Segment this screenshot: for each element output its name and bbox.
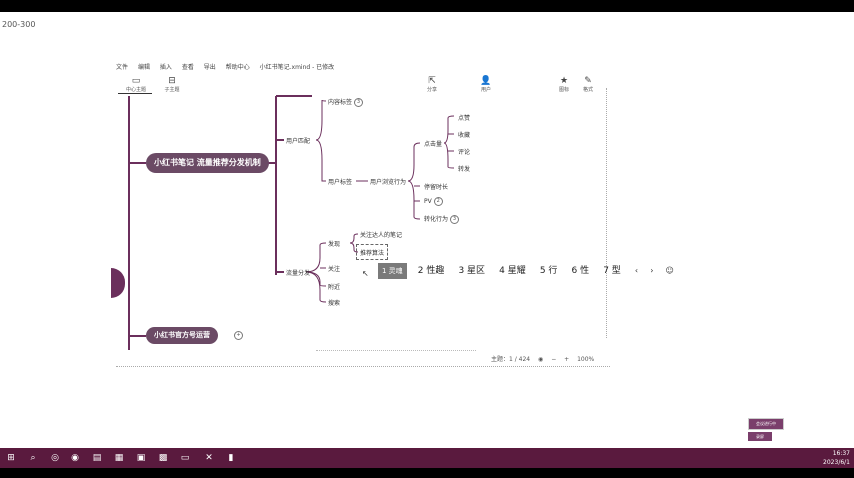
node-pv[interactable]: PV 2	[424, 197, 443, 206]
search-icon[interactable]: ⌕	[26, 451, 40, 465]
ime-candidate-6[interactable]: 6 性	[572, 263, 590, 279]
node-like[interactable]: 点赞	[458, 113, 470, 122]
browser-icon[interactable]: ◎	[48, 451, 62, 465]
node-user-behavior[interactable]: 用户浏览行为	[370, 177, 406, 186]
node-discover[interactable]: 发现	[328, 239, 340, 248]
node-comment[interactable]: 评论	[458, 147, 470, 156]
file-icon[interactable]: ▦	[112, 451, 126, 465]
taskbar: ⊞ ⌕ ◎ ◉ ▤ ▦ ▣ ▩ ▭ ✕ ▮ 16:37 2023/6/1	[0, 448, 854, 468]
ime-candidate-4[interactable]: 4 星耀	[499, 263, 526, 279]
video-icon[interactable]: ▭	[178, 451, 192, 465]
chrome-icon[interactable]: ◉	[68, 451, 82, 465]
node-follow-notes[interactable]: 关注达人的笔记	[360, 230, 402, 239]
collapse-toggle[interactable]: +	[232, 331, 243, 340]
node-dwell-time[interactable]: 停留时长	[424, 182, 448, 191]
ime-candidate-2[interactable]: 2 性趣	[418, 263, 445, 279]
node-user-tags[interactable]: 用户标签	[328, 177, 352, 186]
explorer-icon[interactable]: ▤	[90, 451, 104, 465]
node-follow[interactable]: 关注	[328, 264, 340, 273]
node-search[interactable]: 搜索	[328, 298, 340, 307]
mouse-pointer-icon: ↖	[362, 269, 369, 278]
letterbox-bottom	[0, 468, 854, 478]
node-favorite[interactable]: 收藏	[458, 130, 470, 139]
collapse-count-badge[interactable]: 3	[450, 215, 460, 224]
node-share[interactable]: 转发	[458, 164, 470, 173]
windows-icon[interactable]: ⊞	[4, 451, 18, 465]
collapse-count-badge[interactable]: 3	[354, 98, 364, 107]
system-clock[interactable]: 16:37 2023/6/1	[823, 449, 850, 467]
ime-candidate-5[interactable]: 5 行	[540, 263, 558, 279]
record-toast[interactable]: 录屏	[748, 432, 772, 441]
branch-traffic-distribution[interactable]: 流量分发	[286, 268, 310, 277]
mindmap-icon[interactable]: ✕	[202, 451, 216, 465]
main-topic-official-label: 小红书官方号运营	[154, 331, 210, 339]
node-content-tags[interactable]: 内容标签 3	[328, 97, 364, 107]
ime-prev-page-button[interactable]: ‹	[635, 263, 638, 279]
main-topic-traffic[interactable]: 小红书笔记 流量推荐分发机制	[146, 153, 269, 173]
chat-icon[interactable]: ▩	[156, 451, 170, 465]
node-clicks[interactable]: 点击量	[424, 139, 442, 148]
app-icon[interactable]: ▣	[134, 451, 148, 465]
ime-emoji-button[interactable]: ☺	[666, 263, 674, 279]
ime-candidate-3[interactable]: 3 星区	[458, 263, 485, 279]
node-nearby[interactable]: 附近	[328, 282, 340, 291]
meeting-toast[interactable]: 会议进行中	[748, 418, 784, 430]
collapse-count-badge[interactable]: 2	[433, 197, 443, 206]
note-icon[interactable]: ▮	[224, 451, 238, 465]
ime-candidate-7[interactable]: 7 型	[603, 263, 621, 279]
main-topic-official[interactable]: 小红书官方号运营	[146, 327, 218, 344]
node-conversion[interactable]: 转化行为 3	[424, 214, 460, 224]
ime-candidate-1[interactable]: 1 灵魂	[378, 263, 407, 279]
branch-user-match[interactable]: 用户匹配	[286, 136, 310, 145]
ime-candidate-bar: 1 灵魂 2 性趣 3 星区 4 星耀 5 行 6 性 7 型 ‹ › ☺	[378, 258, 681, 279]
ime-next-page-button[interactable]: ›	[650, 263, 653, 279]
mindmap-connectors	[128, 95, 455, 350]
